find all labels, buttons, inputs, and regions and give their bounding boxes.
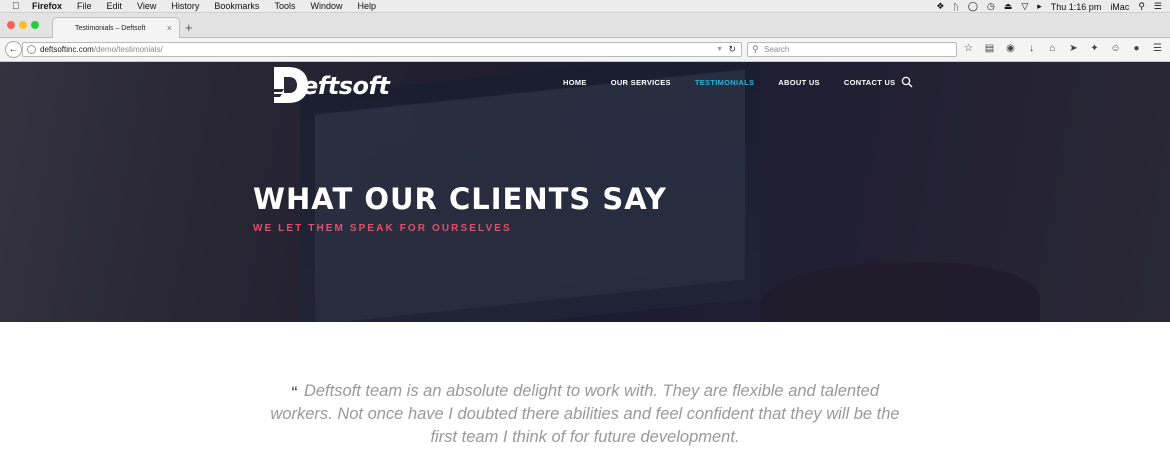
macos-menubar:  Firefox File Edit View History Bookmar… bbox=[0, 0, 1170, 13]
reload-icon[interactable]: ↻ bbox=[728, 43, 736, 56]
zoom-window-button[interactable] bbox=[31, 21, 39, 29]
nav-about-us[interactable]: ABOUT US bbox=[778, 78, 820, 87]
close-tab-icon[interactable]: × bbox=[167, 23, 172, 33]
menu-window[interactable]: Window bbox=[310, 1, 342, 11]
main-navigation: HOME OUR SERVICES TESTIMONIALS ABOUT US … bbox=[563, 78, 919, 87]
time-machine-icon[interactable]: ◷ bbox=[987, 1, 995, 12]
eject-icon[interactable]: ⏏ bbox=[1004, 1, 1013, 12]
hamburger-menu-icon[interactable]: ☰ bbox=[1151, 43, 1164, 54]
site-identity-icon[interactable] bbox=[27, 45, 36, 54]
menu-help[interactable]: Help bbox=[357, 1, 376, 11]
nav-our-services[interactable]: OUR SERVICES bbox=[611, 78, 671, 87]
bookmark-star-icon[interactable]: ☆ bbox=[962, 43, 975, 54]
menubar-user[interactable]: iMac bbox=[1110, 2, 1129, 12]
wifi-icon[interactable]: ▽ bbox=[1021, 1, 1028, 12]
search-input[interactable]: ⚲ Search bbox=[747, 42, 957, 57]
menu-history[interactable]: History bbox=[171, 1, 199, 11]
url-bar[interactable]: deftsoftinc.com/demo/testimonials/ ▼ ↻ bbox=[22, 42, 742, 57]
chat-icon[interactable]: ☺ bbox=[1109, 43, 1122, 54]
menu-view[interactable]: View bbox=[137, 1, 156, 11]
minimize-window-button[interactable] bbox=[19, 21, 27, 29]
site-search-icon[interactable] bbox=[901, 76, 913, 88]
nav-home[interactable]: HOME bbox=[563, 78, 587, 87]
menu-file[interactable]: File bbox=[77, 1, 92, 11]
notification-center-icon[interactable]: ☰ bbox=[1154, 1, 1162, 12]
logo-wordmark: eftsoft bbox=[302, 72, 390, 100]
browser-tab[interactable]: Testimonials – Deftsoft × bbox=[52, 17, 180, 38]
tab-title: Testimonials – Deftsoft bbox=[75, 24, 146, 32]
dropbox-icon[interactable]: ❖ bbox=[936, 1, 944, 12]
nav-contact-us[interactable]: CONTACT US bbox=[844, 78, 896, 87]
navigation-toolbar: ← deftsoftinc.com/demo/testimonials/ ▼ ↻… bbox=[0, 38, 1170, 62]
hero-banner: eftsoft HOME OUR SERVICES TESTIMONIALS A… bbox=[0, 62, 1170, 322]
testimonial-text: Deftsoft team is an absolute delight to … bbox=[270, 382, 900, 446]
extension-icon[interactable]: ✦ bbox=[1088, 43, 1101, 54]
url-host: deftsoftinc.com bbox=[40, 45, 94, 54]
menu-tools[interactable]: Tools bbox=[274, 1, 295, 11]
downloads-icon[interactable]: ↓ bbox=[1025, 43, 1038, 54]
site-logo[interactable]: eftsoft bbox=[266, 62, 390, 106]
profile-icon[interactable]: ● bbox=[1130, 43, 1143, 54]
reading-list-icon[interactable]: ▤ bbox=[983, 43, 996, 54]
back-button[interactable]: ← bbox=[5, 41, 22, 58]
url-path: /demo/testimonials/ bbox=[93, 45, 163, 54]
hero-subtitle: WE LET THEM SPEAK FOR OURSELVES bbox=[253, 223, 512, 234]
menubar-clock[interactable]: Thu 1:16 pm bbox=[1051, 2, 1102, 12]
bluetooth-icon[interactable]: ᚢ bbox=[953, 2, 958, 12]
search-icon: ⚲ bbox=[752, 44, 759, 54]
menu-app-name[interactable]: Firefox bbox=[32, 1, 62, 11]
testimonial-quote: “Deftsoft team is an absolute delight to… bbox=[260, 380, 910, 449]
search-placeholder: Search bbox=[764, 45, 790, 54]
new-tab-button[interactable]: + bbox=[185, 20, 193, 35]
nav-testimonials[interactable]: TESTIMONIALS bbox=[695, 78, 754, 87]
menu-bookmarks[interactable]: Bookmarks bbox=[214, 1, 259, 11]
send-icon[interactable]: ➤ bbox=[1067, 43, 1080, 54]
tab-strip: Testimonials – Deftsoft × + bbox=[0, 13, 1170, 38]
quote-mark-icon: “ bbox=[290, 383, 298, 399]
toolbar-icons: ☆ ▤ ◉ ↓ ⌂ ➤ ✦ ☺ ● ☰ bbox=[962, 43, 1164, 54]
pocket-icon[interactable]: ◉ bbox=[1004, 43, 1017, 54]
hero-title: WHAT OUR CLIENTS SAY bbox=[253, 182, 667, 216]
menubar-status-area: ❖ ᚢ ◯ ◷ ⏏ ▽ ▸ Thu 1:16 pm iMac ⚲ ☰ bbox=[936, 0, 1162, 13]
menu-edit[interactable]: Edit bbox=[107, 1, 123, 11]
apple-menu-icon[interactable]:  bbox=[12, 1, 26, 12]
volume-icon[interactable]: ▸ bbox=[1037, 1, 1042, 12]
accessibility-icon[interactable]: ◯ bbox=[968, 1, 978, 12]
url-history-dropdown-icon[interactable]: ▼ bbox=[716, 43, 723, 56]
spotlight-icon[interactable]: ⚲ bbox=[1138, 1, 1145, 12]
logo-d-mark-icon bbox=[266, 63, 310, 105]
home-icon[interactable]: ⌂ bbox=[1046, 43, 1059, 54]
close-window-button[interactable] bbox=[7, 21, 15, 29]
